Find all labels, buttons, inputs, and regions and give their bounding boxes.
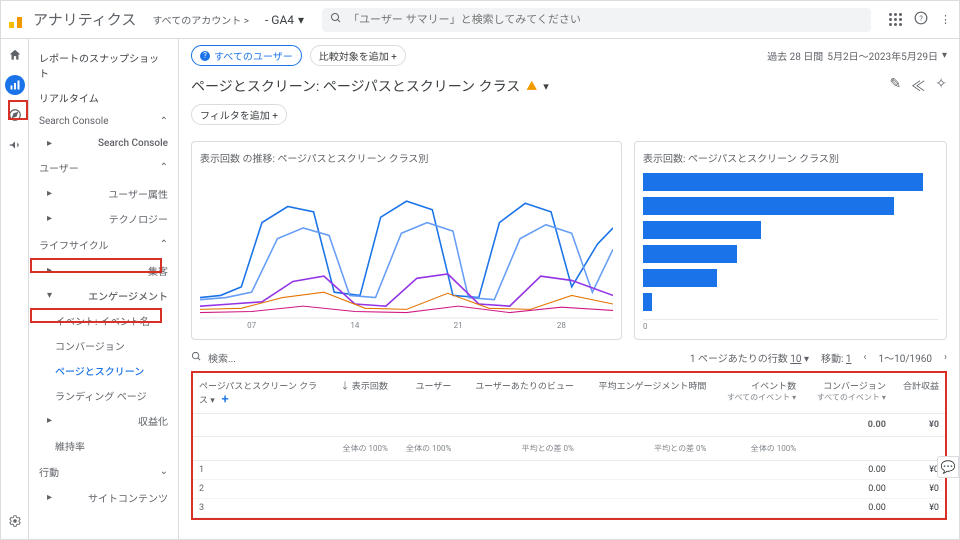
- sidebar-item-user-attr[interactable]: ▸ ユーザー属性: [29, 181, 178, 206]
- chevron-down-icon: ⌄: [160, 466, 168, 477]
- rail-home-icon[interactable]: [5, 45, 25, 65]
- rail-advertise-icon[interactable]: [5, 135, 25, 155]
- sidebar-item-technology[interactable]: ▸ テクノロジー: [29, 206, 178, 231]
- rail-explore-icon[interactable]: [5, 105, 25, 125]
- account-selector[interactable]: - GA4 ▾: [265, 13, 304, 27]
- chip-add-filter[interactable]: フィルタを追加 +: [191, 104, 287, 125]
- caret-down-icon[interactable]: ▾: [210, 396, 215, 406]
- insights-icon[interactable]: ✧: [935, 76, 947, 96]
- page-title: ページとスクリーン: ページパスとスクリーン クラス: [191, 76, 520, 96]
- prev-page-icon[interactable]: ‹: [864, 352, 867, 363]
- x-axis-labels: 07 14 21 28: [200, 321, 613, 330]
- sidebar-item-acquisition[interactable]: ▸ 集客: [29, 258, 178, 283]
- data-table-wrap: ページパスとスクリーン クラス ▾ + ↓ 表示回数 ユーザー ユーザーあたりの…: [191, 371, 947, 520]
- chevron-up-icon: ⌃: [160, 162, 168, 173]
- chevron-up-icon: ⌃: [160, 239, 168, 250]
- line-chart-card: 表示回数 の推移: ページパスとスクリーン クラス別 07 14 21: [191, 141, 622, 340]
- feedback-button[interactable]: 💬: [937, 456, 959, 478]
- search-input[interactable]: [348, 13, 863, 26]
- filter-row: フィルタを追加 +: [179, 100, 959, 133]
- caret-down-icon[interactable]: ▾: [543, 80, 549, 93]
- topbar-right: ? ⋮: [889, 11, 951, 28]
- table-search-label[interactable]: 検索...: [208, 350, 236, 365]
- chip-all-users[interactable]: ?すべてのユーザー: [191, 45, 302, 66]
- goto-page-input[interactable]: 1: [846, 354, 852, 365]
- bar-chart-title: 表示回数: ページパスとスクリーン クラス別: [643, 150, 938, 165]
- share-icon[interactable]: ≪: [911, 76, 925, 96]
- search-bar[interactable]: [322, 8, 871, 32]
- data-table: ページパスとスクリーン クラス ▾ + ↓ 表示回数 ユーザー ユーザーあたりの…: [193, 373, 945, 518]
- analytics-logo-icon: [9, 12, 25, 28]
- bar-chart: [643, 169, 938, 319]
- table-header-row: ページパスとスクリーン クラス ▾ + ↓ 表示回数 ユーザー ユーザーあたりの…: [193, 373, 945, 414]
- sidebar-section-search-console[interactable]: Search Console⌃: [29, 110, 178, 133]
- title-row: ページとスクリーン: ページパスとスクリーン クラス ▲ ▾ ✎ ≪ ✧: [179, 72, 959, 100]
- more-icon[interactable]: ⋮: [940, 13, 951, 26]
- sidebar-item-landing[interactable]: ランディング ページ: [29, 383, 178, 408]
- table-row[interactable]: 30.00¥0: [193, 499, 945, 518]
- sidebar-section-behavior[interactable]: 行動⌄: [29, 458, 178, 485]
- table-row[interactable]: 20.00¥0: [193, 480, 945, 499]
- rail-admin-icon[interactable]: [5, 511, 25, 531]
- sidebar-realtime[interactable]: リアルタイム: [29, 85, 178, 110]
- nav-rail: [1, 39, 29, 539]
- table-summary-row: 0.00 ¥0: [193, 414, 945, 437]
- account-label: - GA4: [265, 13, 294, 27]
- help-icon[interactable]: ?: [914, 11, 928, 28]
- bar-chart-card: 表示回数: ページパスとスクリーン クラス別 0: [634, 141, 947, 340]
- sidebar-item-conversions[interactable]: コンバージョン: [29, 333, 178, 358]
- customize-icon[interactable]: ✎: [890, 76, 902, 96]
- date-range-picker[interactable]: 過去 28 日間 5月2日～2023年5月29日 ▾: [767, 48, 947, 63]
- search-icon: [330, 12, 342, 28]
- info-icon: ?: [200, 51, 210, 61]
- sidebar-item-retention[interactable]: 維持率: [29, 433, 178, 458]
- caret-down-icon: ▾: [942, 50, 947, 61]
- sidebar-item-engagement[interactable]: ▾ エンゲージメント: [29, 283, 178, 308]
- sidebar-section-user[interactable]: ユーザー⌃: [29, 154, 178, 181]
- sidebar-section-lifecycle[interactable]: ライフサイクル⌃: [29, 231, 178, 258]
- breadcrumb[interactable]: すべてのアカウント >: [152, 12, 249, 27]
- sidebar-item-search-console[interactable]: ▸ Search Console: [29, 133, 178, 154]
- add-dimension-icon[interactable]: +: [221, 392, 228, 407]
- main: ?すべてのユーザー 比較対象を追加 + 過去 28 日間 5月2日～2023年5…: [179, 39, 959, 539]
- sidebar: レポートのスナップショット リアルタイム Search Console⌃ ▸ S…: [29, 39, 179, 539]
- logo: [9, 12, 25, 28]
- sidebar-item-events[interactable]: イベント: イベント名: [29, 308, 178, 333]
- product-name: アナリティクス: [33, 9, 136, 30]
- sidebar-item-site-contents[interactable]: ▸ サイトコンテンツ: [29, 485, 178, 510]
- sidebar-item-monetization[interactable]: ▸ 収益化: [29, 408, 178, 433]
- table-pct-row: 全体の 100% 全体の 100% 平均との差 0% 平均との差 0% 全体の …: [193, 437, 945, 461]
- chevron-up-icon: ⌃: [160, 116, 168, 127]
- table-toolbar: 検索... 1 ページあたりの行数 10 ▾ 移動: 1 ‹ 1～10/1960…: [179, 344, 959, 371]
- warning-icon[interactable]: ▲: [526, 78, 537, 94]
- line-chart: [200, 169, 613, 319]
- sort-desc-icon[interactable]: ↓: [341, 382, 350, 392]
- search-icon[interactable]: [191, 351, 202, 365]
- line-chart-title: 表示回数 の推移: ページパスとスクリーン クラス別: [200, 150, 613, 165]
- sidebar-snapshot[interactable]: レポートのスナップショット: [29, 45, 178, 85]
- table-row[interactable]: 10.00¥0: [193, 461, 945, 480]
- rail-reports-icon[interactable]: [5, 75, 25, 95]
- rows-per-page-select[interactable]: 10: [790, 354, 801, 365]
- chip-add-compare[interactable]: 比較対象を追加 +: [310, 45, 406, 66]
- svg-text:?: ?: [919, 14, 923, 23]
- sidebar-item-pages[interactable]: ページとスクリーン: [29, 358, 178, 383]
- caret-down-icon: ▾: [298, 13, 304, 27]
- next-page-icon[interactable]: ›: [944, 352, 947, 363]
- apps-icon[interactable]: [889, 13, 902, 26]
- topbar: アナリティクス すべてのアカウント > - GA4 ▾ ? ⋮: [1, 1, 959, 39]
- page-range: 1～10/1960: [879, 350, 932, 365]
- toolbar: ?すべてのユーザー 比較対象を追加 + 過去 28 日間 5月2日～2023年5…: [179, 39, 959, 72]
